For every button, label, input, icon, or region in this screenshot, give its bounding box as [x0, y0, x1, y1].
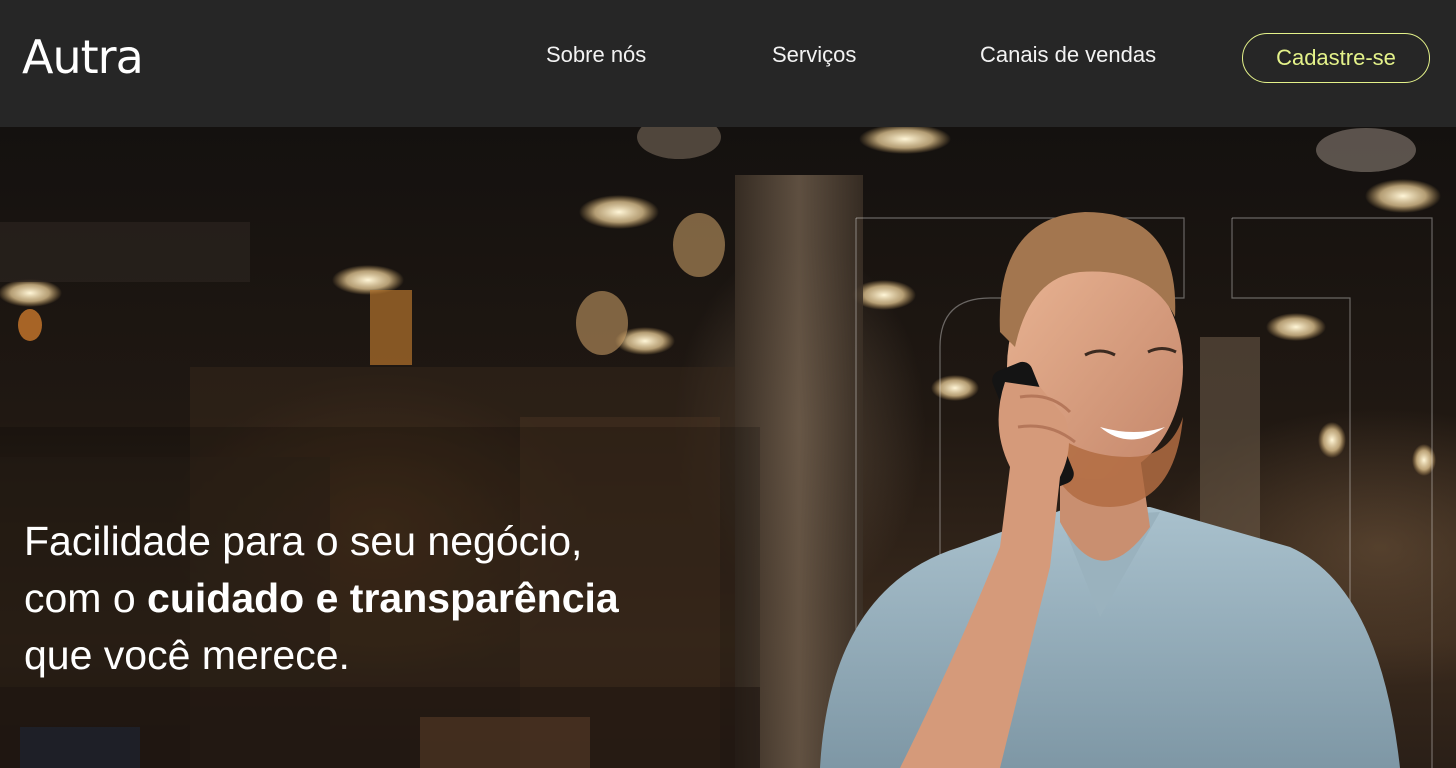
headline-line-1: Facilidade para o seu negócio,: [24, 518, 583, 564]
headline-line-2-bold: cuidado e transparência: [147, 575, 619, 621]
nav-link-canais-de-vendas[interactable]: Canais de vendas: [980, 42, 1156, 68]
hero-section: Facilidade para o seu negócio, com o cui…: [0, 127, 1456, 768]
nav-link-sobre-nos[interactable]: Sobre nós: [546, 42, 646, 68]
brand-logo[interactable]: Autra: [22, 30, 144, 84]
nav-link-servicos[interactable]: Serviços: [772, 42, 856, 68]
top-navbar: Autra Sobre nós Serviços Canais de venda…: [0, 0, 1456, 127]
signup-button[interactable]: Cadastre-se: [1242, 33, 1430, 83]
headline-line-2-prefix: com o: [24, 575, 148, 621]
headline-line-3: que você merece.: [24, 632, 350, 678]
hero-headline: Facilidade para o seu negócio, com o cui…: [24, 513, 724, 684]
